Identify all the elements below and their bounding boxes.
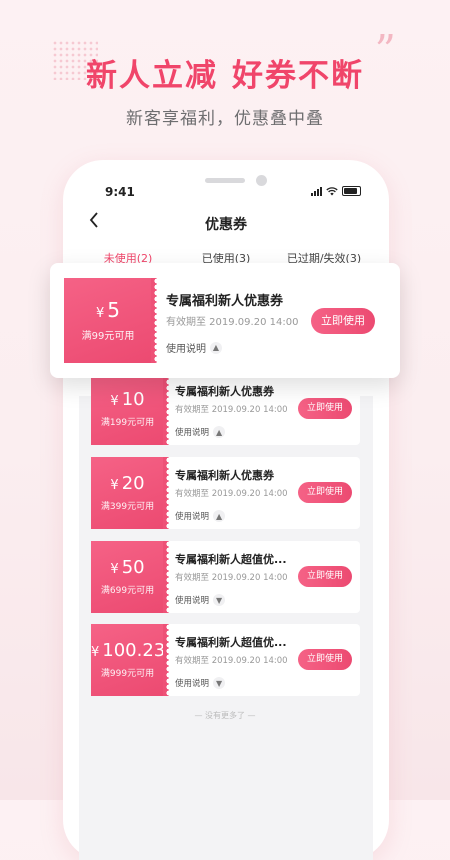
coupon-title: 专属福利新人优惠券 xyxy=(166,294,284,309)
use-now-button[interactable]: 立即使用 xyxy=(298,649,352,670)
coupon-validity: 有效期至 2019.09.20 14:00 xyxy=(166,317,299,328)
no-more-label: — 没有更多了 — xyxy=(194,711,256,720)
coupon-amount: ¥100.23 xyxy=(91,640,166,661)
chevron-down-icon: ▼ xyxy=(213,594,226,606)
coupon-card: ¥50 满699元可用 专属福利新人超值优... 有效期至 2019.09.20… xyxy=(91,541,360,613)
coupon-ticket: ¥50 满699元可用 xyxy=(91,541,169,613)
usage-instructions-toggle[interactable]: 使用说明 ▼ xyxy=(175,677,226,689)
coupon-ticket: ¥100.23 满999元可用 xyxy=(91,624,169,696)
highlighted-coupon-card: ¥5 满99元可用 专属福利新人优惠券 有效期至 2019.09.20 14:0… xyxy=(50,263,400,378)
speaker-notch xyxy=(205,178,245,183)
coupon-title: 专属福利新人超值优... xyxy=(175,636,287,649)
coupon-condition: 满199元可用 xyxy=(100,418,155,428)
coupon-ticket: ¥5 满99元可用 xyxy=(64,278,157,363)
coupon-card: ¥20 满399元可用 专属福利新人优惠券 有效期至 2019.09.20 14… xyxy=(91,457,360,529)
signal-icon xyxy=(311,186,322,196)
status-icons xyxy=(311,186,361,196)
coupon-validity: 有效期至 2019.09.20 14:00 xyxy=(175,489,288,499)
chevron-down-icon: ▼ xyxy=(213,677,226,689)
coupon-amount: ¥50 xyxy=(110,557,145,578)
coupon-amount: ¥20 xyxy=(110,473,145,494)
coupon-condition: 满399元可用 xyxy=(100,502,155,512)
page-title: 优惠券 xyxy=(205,217,247,233)
chevron-up-icon: ▲ xyxy=(213,426,226,438)
coupon-card: ¥10 满199元可用 专属福利新人优惠券 有效期至 2019.09.20 14… xyxy=(91,373,360,445)
headline-part-2: 好券不断 xyxy=(232,58,364,94)
coupon-title: 专属福利新人优惠券 xyxy=(175,469,274,482)
wifi-icon xyxy=(326,186,338,195)
battery-icon xyxy=(342,186,361,196)
promo-headline: 新人立减 好券不断 xyxy=(0,50,450,95)
camera-dot xyxy=(256,175,267,186)
coupon-validity: 有效期至 2019.09.20 14:00 xyxy=(175,656,288,666)
headline-part-1: 新人立减 xyxy=(86,58,218,94)
coupon-condition: 满699元可用 xyxy=(100,586,155,596)
promo-subline: 新客享福利，优惠叠中叠 xyxy=(126,109,324,129)
use-now-button[interactable]: 立即使用 xyxy=(298,482,352,503)
coupon-validity: 有效期至 2019.09.20 14:00 xyxy=(175,405,288,415)
usage-instructions-toggle[interactable]: 使用说明 ▼ xyxy=(175,594,226,606)
use-now-button[interactable]: 立即使用 xyxy=(298,566,352,587)
coupon-ticket: ¥10 满199元可用 xyxy=(91,373,169,445)
coupon-amount: ¥10 xyxy=(110,389,145,410)
coupon-amount: ¥5 xyxy=(95,298,120,322)
coupon-validity: 有效期至 2019.09.20 14:00 xyxy=(175,573,288,583)
chevron-up-icon: ▲ xyxy=(210,341,222,354)
use-now-button[interactable]: 立即使用 xyxy=(311,308,375,334)
chevron-up-icon: ▲ xyxy=(213,510,226,522)
coupon-condition: 满999元可用 xyxy=(100,669,155,679)
coupon-card: ¥100.23 满999元可用 专属福利新人超值优... 有效期至 2019.0… xyxy=(91,624,360,696)
use-now-button[interactable]: 立即使用 xyxy=(298,398,352,419)
usage-instructions-toggle[interactable]: 使用说明 ▲ xyxy=(166,340,222,355)
status-time: 9:41 xyxy=(105,185,135,199)
coupon-ticket: ¥20 满399元可用 xyxy=(91,457,169,529)
usage-instructions-toggle[interactable]: 使用说明 ▲ xyxy=(175,510,226,522)
coupon-title: 专属福利新人超值优... xyxy=(175,553,287,566)
usage-instructions-toggle[interactable]: 使用说明 ▲ xyxy=(175,426,226,438)
coupon-title: 专属福利新人优惠券 xyxy=(175,385,274,398)
coupon-condition: 满99元可用 xyxy=(81,331,135,342)
